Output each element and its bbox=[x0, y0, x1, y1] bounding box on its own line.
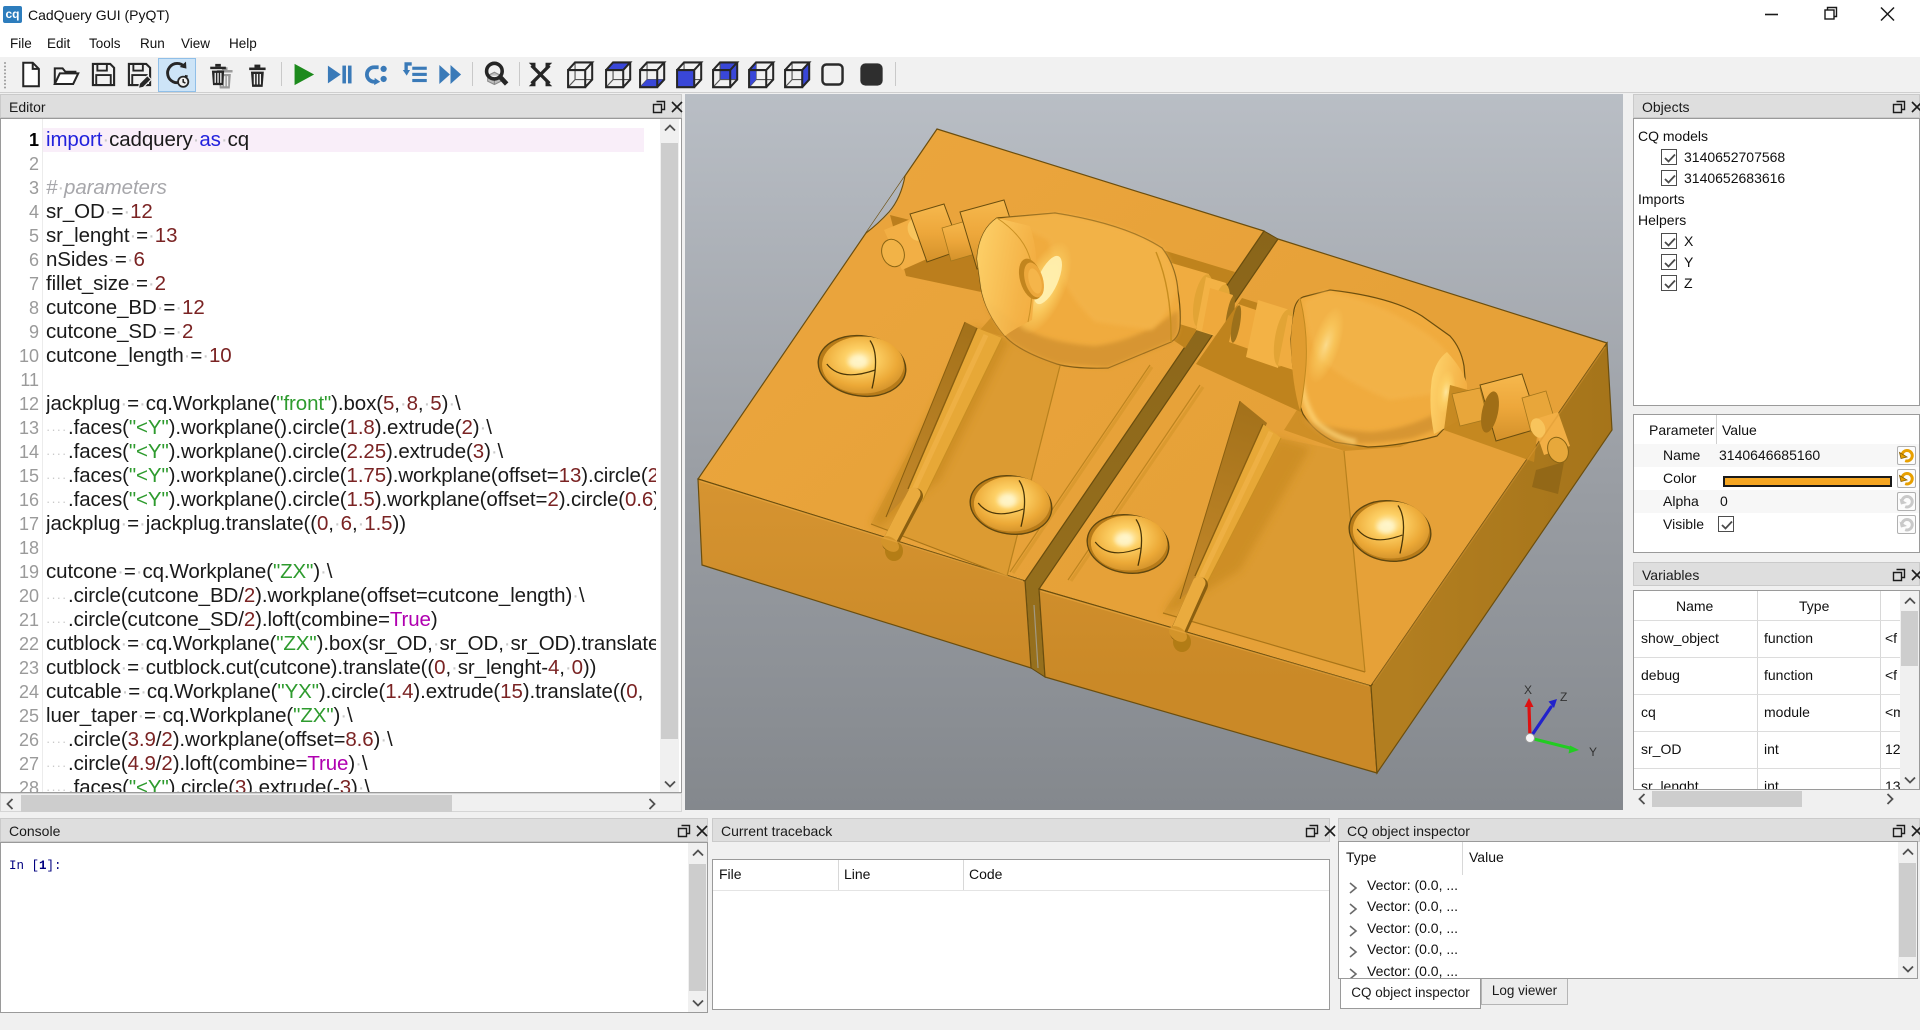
svg-text:X: X bbox=[1524, 683, 1532, 697]
svg-text:Z: Z bbox=[1560, 690, 1567, 704]
svg-text:Y: Y bbox=[1589, 745, 1597, 759]
